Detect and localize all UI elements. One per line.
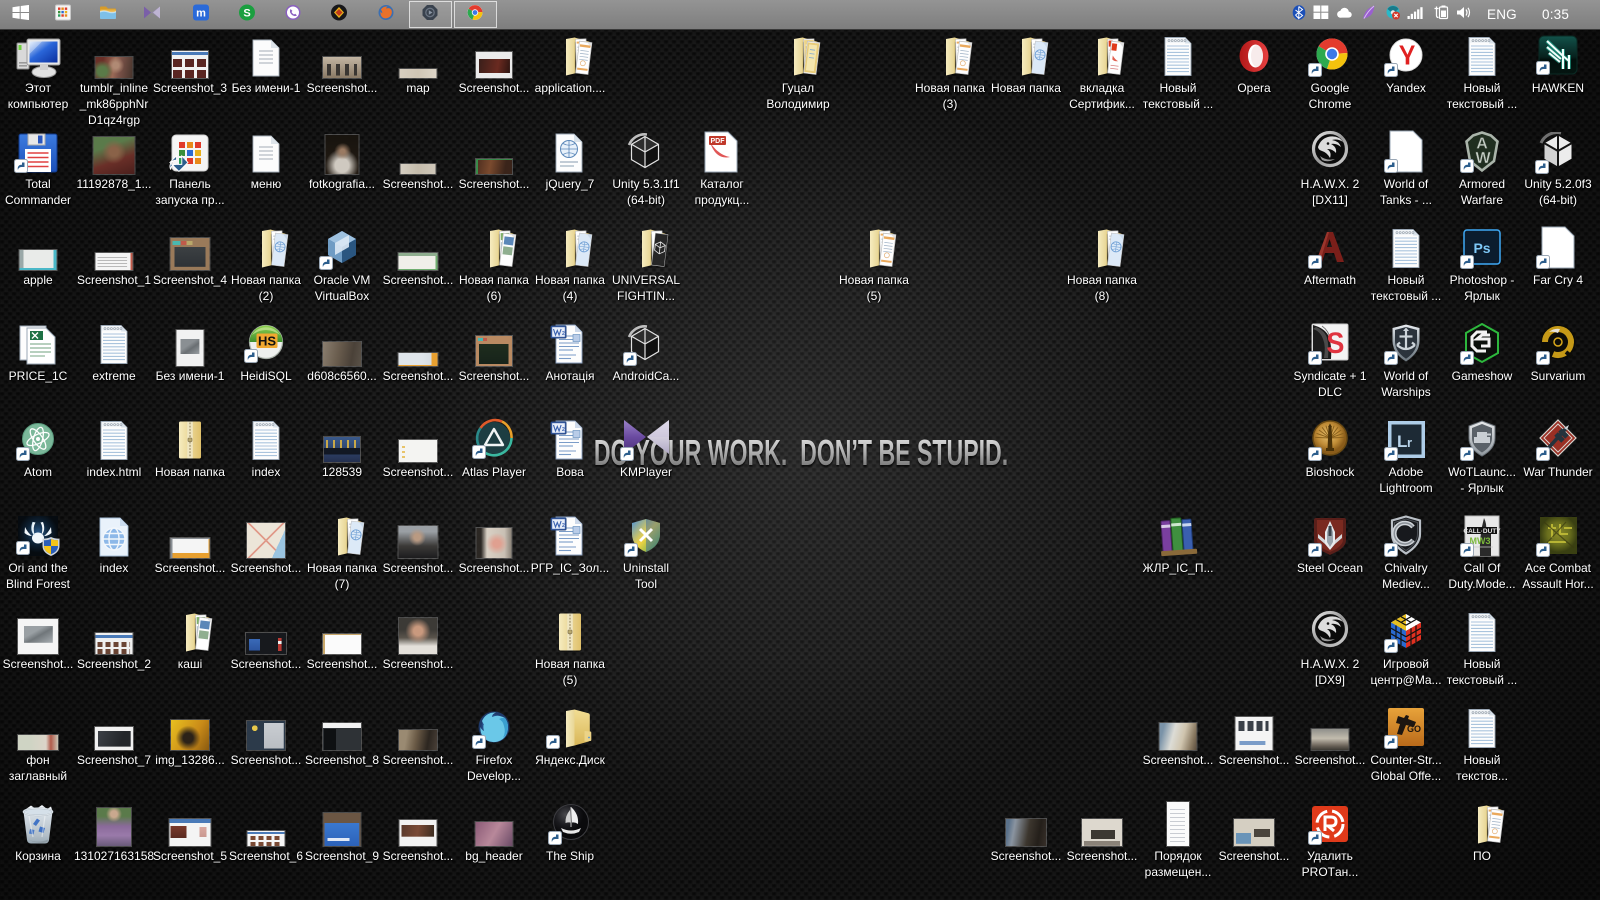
svg-text:PDF: PDF [711,138,726,145]
svg-text:Ps: Ps [1473,240,1490,256]
svg-text:2: 2 [562,523,565,529]
svg-text:S: S [1326,327,1344,361]
svg-text:S: S [243,7,250,19]
svg-text:2: 2 [562,427,565,433]
svg-text:2: 2 [562,331,565,337]
svg-text:L: L [1397,432,1407,451]
svg-text:m: m [196,7,206,19]
svg-text:CALL·DUTY: CALL·DUTY [1463,528,1501,535]
svg-text:HS: HS [258,334,276,349]
svg-text:r: r [1407,435,1412,450]
svg-text:W: W [1475,150,1491,167]
svg-text:GO: GO [1407,724,1421,734]
